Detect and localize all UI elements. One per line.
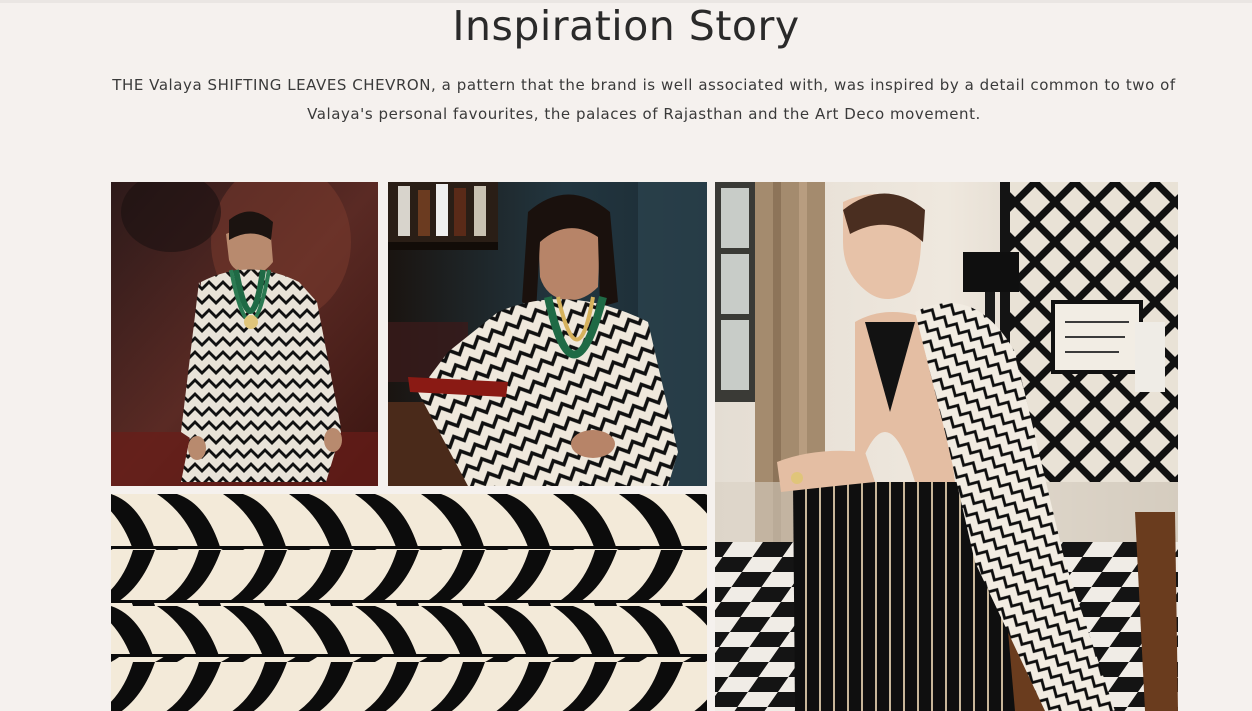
gallery-image-seated[interactable] [715, 182, 1178, 711]
section-description: THE Valaya SHIFTING LEAVES CHEVRON, a pa… [112, 76, 1176, 123]
section-title: Inspiration Story [452, 2, 800, 50]
gallery-image-pattern[interactable] [111, 494, 707, 711]
gallery-image-bar[interactable] [388, 182, 707, 486]
inspiration-story-section: Inspiration Story THE Valaya SHIFTING LE… [0, 0, 1252, 711]
gallery-image-runway[interactable] [111, 182, 378, 486]
